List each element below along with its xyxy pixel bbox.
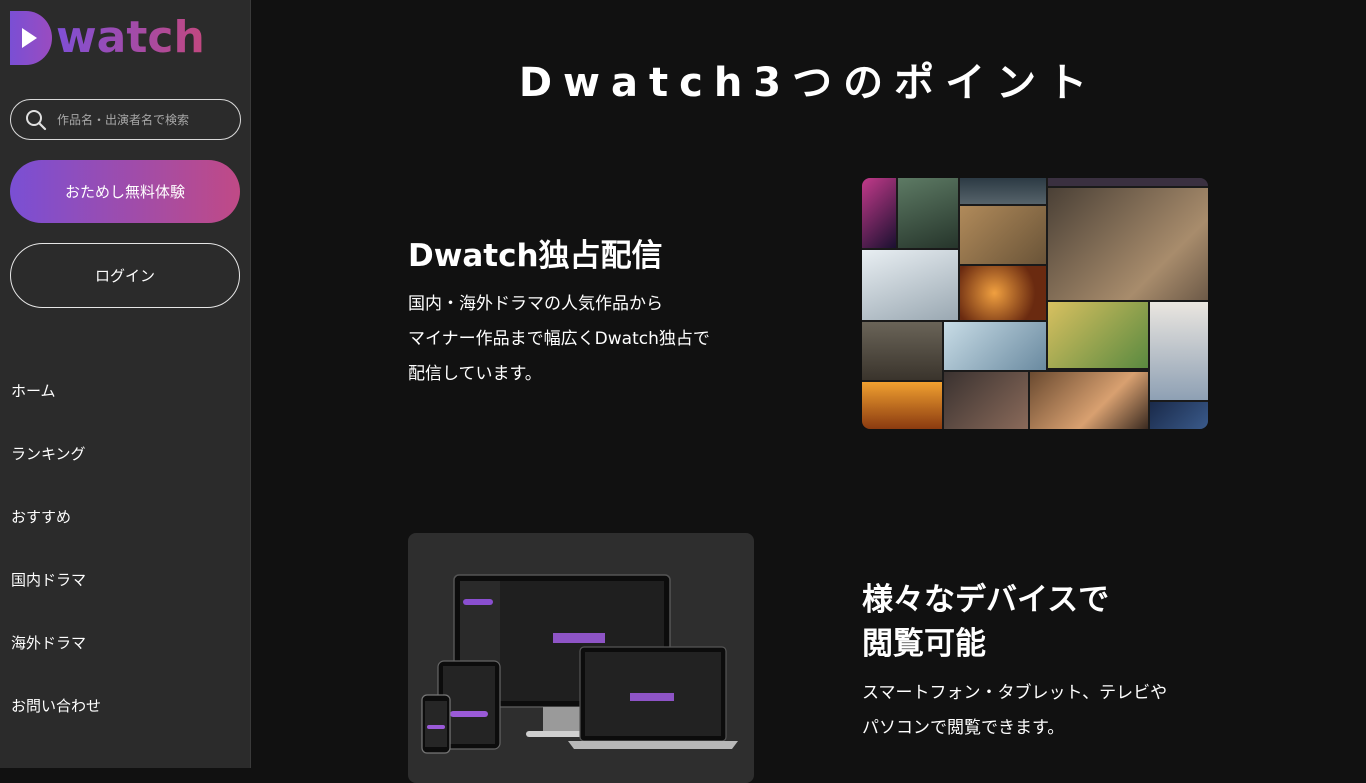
- nav-item-domestic-drama[interactable]: 国内ドラマ: [11, 569, 101, 632]
- nav-item-overseas-drama[interactable]: 海外ドラマ: [11, 632, 101, 695]
- search-icon: [26, 109, 47, 130]
- devices-illustration: [421, 574, 738, 754]
- search-input[interactable]: [57, 112, 237, 127]
- collage-tile: [1048, 188, 1208, 300]
- collage-tile: [1048, 178, 1208, 186]
- free-trial-button[interactable]: おためし無料体験: [10, 160, 240, 223]
- collage-tile: [1048, 302, 1148, 368]
- collage-tile: [1150, 302, 1208, 400]
- brand-name: watch: [56, 12, 205, 63]
- drama-collage-image: [862, 178, 1208, 429]
- description-line: 配信しています。: [408, 364, 542, 384]
- nav-item-recommended[interactable]: おすすめ: [11, 506, 101, 569]
- description-line: パソコンで閲覧できます。: [862, 718, 1065, 738]
- nav-item-ranking[interactable]: ランキング: [11, 443, 101, 506]
- collage-tile: [944, 372, 1028, 429]
- play-icon: [10, 11, 52, 65]
- feature-devices-description: スマートフォン・タブレット、テレビや パソコンで閲覧できます。: [862, 676, 1242, 746]
- feature-exclusive-description: 国内・海外ドラマの人気作品から マイナー作品まで幅広くDwatch独占で 配信し…: [408, 287, 788, 392]
- main-content: Dwatch3つのポイント Dwatch独占配信 国内・海外ドラマの人気作品から…: [251, 0, 1366, 783]
- brand-logo[interactable]: watch: [10, 10, 205, 66]
- devices-mockup-image: [408, 533, 754, 783]
- feature-devices-title: 様々なデバイスで 閲覧可能: [862, 578, 1182, 666]
- collage-tile: [898, 178, 958, 248]
- nav-item-home[interactable]: ホーム: [11, 380, 101, 443]
- title-line: 閲覧可能: [862, 626, 986, 662]
- collage-tile: [862, 382, 942, 429]
- collage-tile: [1030, 372, 1148, 429]
- collage-tile: [960, 266, 1046, 320]
- page-title: Dwatch3つのポイント: [518, 60, 1099, 106]
- description-line: マイナー作品まで幅広くDwatch独占で: [408, 329, 710, 349]
- feature-exclusive-title: Dwatch独占配信: [408, 238, 663, 274]
- search-box[interactable]: [10, 99, 241, 140]
- nav-item-contact[interactable]: お問い合わせ: [11, 695, 101, 758]
- description-line: スマートフォン・タブレット、テレビや: [862, 683, 1168, 703]
- collage-tile: [944, 322, 1046, 370]
- sidebar: watch おためし無料体験 ログイン ホーム ランキング おすすめ 国内ドラマ…: [0, 0, 251, 768]
- collage-tile: [862, 178, 896, 248]
- collage-tile: [862, 322, 942, 380]
- collage-tile: [1150, 402, 1208, 429]
- title-line: 様々なデバイスで: [862, 582, 1110, 618]
- login-button[interactable]: ログイン: [10, 243, 240, 308]
- description-line: 国内・海外ドラマの人気作品から: [408, 294, 663, 314]
- collage-tile: [960, 178, 1046, 204]
- sidebar-nav: ホーム ランキング おすすめ 国内ドラマ 海外ドラマ お問い合わせ: [11, 380, 101, 758]
- collage-tile: [862, 250, 958, 320]
- collage-tile: [960, 206, 1046, 264]
